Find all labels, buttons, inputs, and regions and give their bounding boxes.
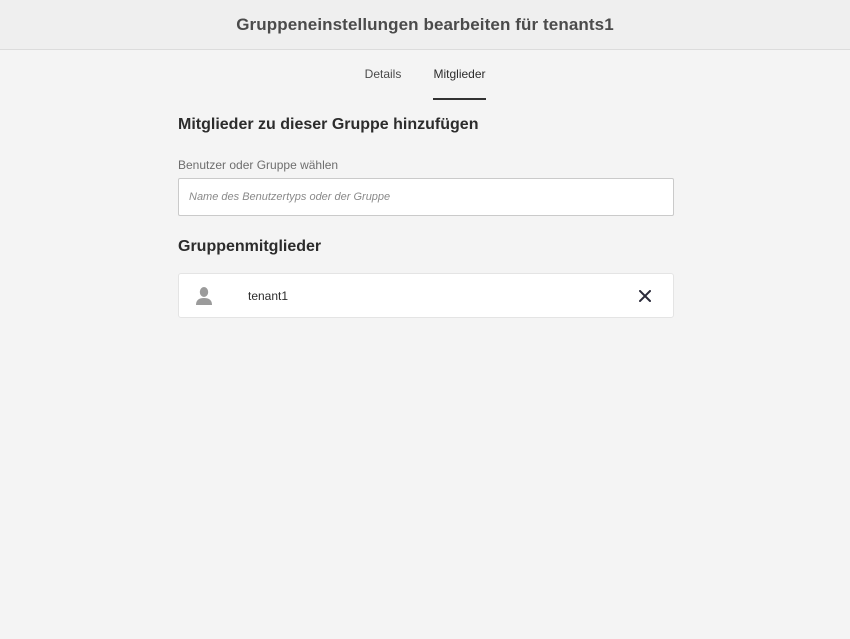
user-or-group-input[interactable] xyxy=(179,179,673,215)
member-name: tenant1 xyxy=(248,288,289,303)
user-icon xyxy=(195,286,213,306)
close-icon xyxy=(639,290,651,302)
tab-bar: Details Mitglieder xyxy=(0,50,850,100)
remove-member-button[interactable] xyxy=(637,288,653,304)
user-or-group-label: Benutzer oder Gruppe wählen xyxy=(178,158,339,172)
user-or-group-field-container xyxy=(178,178,674,216)
tab-details[interactable]: Details xyxy=(358,50,408,98)
page-title: Gruppeneinstellungen bearbeiten für tena… xyxy=(236,14,614,34)
tab-members[interactable]: Mitglieder xyxy=(433,50,486,100)
add-members-heading: Mitglieder zu dieser Gruppe hinzufügen xyxy=(178,116,479,133)
group-members-heading: Gruppenmitglieder xyxy=(178,238,322,255)
dialog-header: Gruppeneinstellungen bearbeiten für tena… xyxy=(0,0,850,50)
member-row: tenant1 xyxy=(178,273,674,318)
